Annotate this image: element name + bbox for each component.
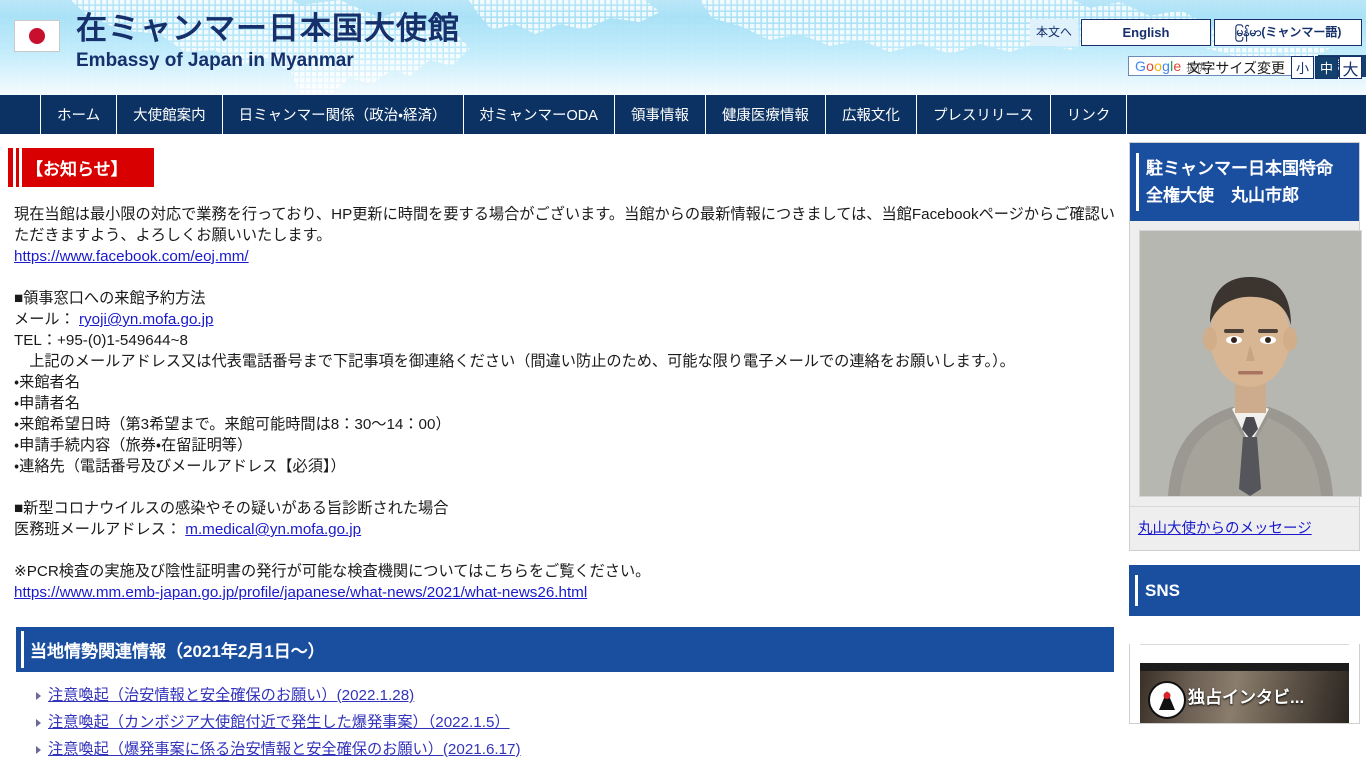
list-item: 注意喚起（治安情報と安全確保のお願い）(2022.1.28) [36,682,1115,709]
ambassador-message-row: 丸山大使からのメッセージ [1130,506,1359,550]
header-utilities: 本文へ English မြန်မာ(ミャンマー語) Google 提供 検索 … [1026,0,1366,95]
list-item: ・申請者名 [14,395,80,412]
divider [1140,644,1349,645]
main-navigation: ホーム 大使館案内 日ミャンマー関係（政治・経済） 対ミャンマーODA 領事情報… [0,95,1366,134]
pcr-note: ※PCR検査の実施及び陰性証明書の発行が可能な検査機関についてはこちらをご覧くだ… [14,563,651,580]
embassy-logo-icon [1148,681,1186,719]
notice-heading: 【お知らせ】 [8,148,154,187]
list-item: ・来館者名 [14,374,80,391]
sns-video-caption: 独占インタビ... [1188,688,1305,707]
sns-heading-label: SNS [1145,581,1180,600]
list-item: 注意喚起（カンボジア大使館付近で発生した爆発事案）（2022.1.5） [36,709,1115,736]
page-title: 在ミャンマー日本国大使館 [76,11,460,46]
nav-item-consular[interactable]: 領事情報 [613,95,705,134]
nav-item-links[interactable]: リンク [1049,95,1128,134]
main-content: 【お知らせ】 現在当館は最小限の対応で業務を行っており、HP更新に時間を要する場… [0,134,1125,763]
nav-item-health-medical[interactable]: 健康医療情報 [704,95,825,134]
font-size-control: 文字サイズ変更 小 中 大 [1187,56,1362,79]
notice-body: 現在当館は最小限の対応で業務を行っており、HP更新に時間を要する場合がございます… [8,204,1115,603]
ambassador-message-link[interactable]: 丸山大使からのメッセージ [1138,521,1312,537]
local-situation-link-list: 注意喚起（治安情報と安全確保のお願い）(2022.1.28) 注意喚起（カンボジ… [8,682,1115,763]
font-size-medium-button[interactable]: 中 [1315,56,1338,79]
nav-item-embassy-info[interactable]: 大使館案内 [116,95,222,134]
covid-heading: ■新型コロナウイルスの感染やその疑いがある旨診断された場合 [14,500,449,517]
ambassador-heading: 駐ミャンマー日本国特命全権大使 丸山市郎 [1130,143,1359,221]
nav-item-japan-myanmar[interactable]: 日ミャンマー関係（政治・経済） [221,95,463,134]
font-size-label: 文字サイズ変更 [1187,59,1285,76]
sidebar: 駐ミャンマー日本国特命全権大使 丸山市郎 丸山大使からのメッセージ SNS 独占… [1125,134,1366,724]
sns-body: 独占インタビ... [1129,644,1360,724]
notice-heading-label: 【お知らせ】 [26,160,128,179]
nav-item-oda[interactable]: 対ミャンマーODA [462,95,614,134]
language-switcher: 本文へ English မြန်မာ(ミャンマー語) [1029,19,1362,46]
medical-label: 医務班メールアドレス： [14,521,182,538]
alert-link-1[interactable]: 注意喚起（治安情報と安全確保のお願い）(2022.1.28) [48,687,414,704]
instruction-line: 上記のメールアドレス又は代表電話番号まで下記事項を御連絡ください（間違い防止のた… [14,353,1015,370]
ambassador-box: 駐ミャンマー日本国特命全権大使 丸山市郎 丸山大使からのメッセージ [1129,142,1362,551]
list-item: ・連絡先（電話番号及びメールアドレス【必須】） [14,458,346,475]
nav-item-home[interactable]: ホーム [40,95,116,134]
alert-link-2[interactable]: 注意喚起（カンボジア大使館付近で発生した爆発事案）（2022.1.5） [48,714,510,731]
list-item: ・来館希望日時（第3希望まで。来館可能時間は8：30〜14：00） [14,416,451,433]
medical-email-link[interactable]: m.medical@yn.mofa.go.jp [185,521,361,538]
font-size-small-button[interactable]: 小 [1291,56,1314,79]
ambassador-heading-label: 駐ミャンマー日本国特命全権大使 丸山市郎 [1146,159,1333,205]
lang-button-english[interactable]: English [1081,19,1211,46]
japan-flag-icon [14,20,60,52]
sns-heading: SNS [1129,565,1360,616]
site-header: 在ミャンマー日本国大使館 Embassy of Japan in Myanmar… [0,0,1366,95]
nav-item-culture[interactable]: 広報文化 [824,95,916,134]
sns-video-thumbnail[interactable]: 独占インタビ... [1140,663,1349,723]
consular-heading: ■領事窓口への来館予約方法 [14,290,206,307]
tel-line: TEL：+95-(0)1-549644~8 [14,332,188,349]
sns-box: SNS 独占インタビ... [1129,565,1360,724]
notice-paragraph: 現在当館は最小限の対応で業務を行っており、HP更新に時間を要する場合がございます… [14,206,1115,244]
brand-text: 在ミャンマー日本国大使館 Embassy of Japan in Myanmar [76,13,460,70]
page-subtitle: Embassy of Japan in Myanmar [76,50,354,71]
mail-label: メール： [14,311,75,328]
alert-link-3[interactable]: 注意喚起（爆発事案に係る治安情報と安全確保のお願い）(2021.6.17) [48,741,521,758]
ambassador-photo-wrap [1130,221,1362,506]
consular-email-link[interactable]: ryoji@yn.mofa.go.jp [79,311,213,328]
google-wordmark-icon: Google [1134,58,1182,74]
font-size-large-button[interactable]: 大 [1339,56,1362,79]
section-heading-local-situation: 当地情勢関連情報（2021年2月1日〜） [16,627,1114,672]
pcr-info-link[interactable]: https://www.mm.emb-japan.go.jp/profile/j… [14,584,587,601]
skip-to-content-link[interactable]: 本文へ [1029,19,1078,46]
lang-button-myanmar[interactable]: မြန်မာ(ミャンマー語) [1214,19,1362,46]
site-brand[interactable]: 在ミャンマー日本国大使館 Embassy of Japan in Myanmar [14,13,460,70]
page-body: 【お知らせ】 現在当館は最小限の対応で業務を行っており、HP更新に時間を要する場… [0,134,1366,768]
facebook-link[interactable]: https://www.facebook.com/eoj.mm/ [14,248,249,265]
ambassador-portrait-image [1139,230,1362,497]
list-item: ・申請手続内容（旅券・在留証明等） [14,437,253,454]
list-item: 注意喚起（爆発事案に係る治安情報と安全確保のお願い）(2021.6.17) [36,736,1115,763]
section-heading-label: 当地情勢関連情報（2021年2月1日〜） [30,642,325,661]
nav-item-press-release[interactable]: プレスリリース [915,95,1050,134]
